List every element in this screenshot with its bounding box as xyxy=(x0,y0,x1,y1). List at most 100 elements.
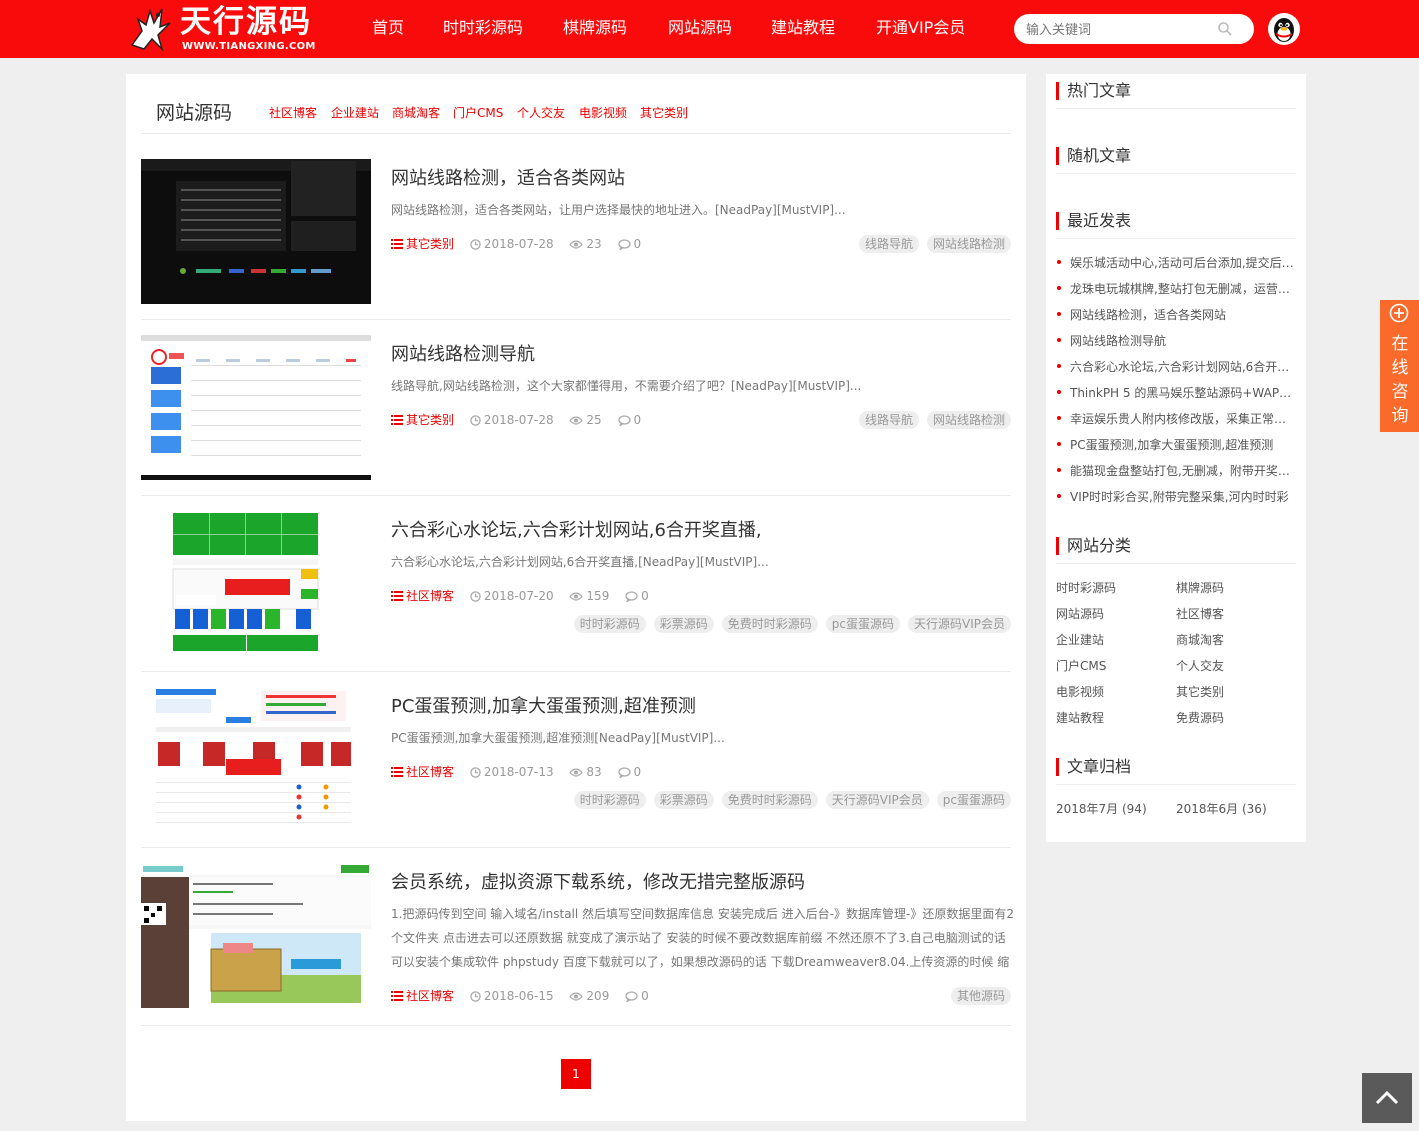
recent-post-link[interactable]: 娱乐城活动中心,活动可后台添加,提交后台审核 xyxy=(1056,254,1296,271)
article-title[interactable]: 网站线路检测，适合各类网站 xyxy=(391,164,625,190)
site-logo[interactable]: 天行源码 WWW.TIANGXING.COM xyxy=(128,3,328,55)
article-tag[interactable]: 线路导航 xyxy=(858,411,919,429)
article-tag[interactable]: 天行源码VIP会员 xyxy=(908,615,1011,633)
article-thumbnail[interactable] xyxy=(141,863,371,1008)
subcat-other[interactable]: 其它类别 xyxy=(640,104,688,121)
subcat-video[interactable]: 电影视频 xyxy=(579,104,627,121)
article-tag[interactable]: 时时彩源码 xyxy=(573,791,646,809)
article-tag[interactable]: pc蛋蛋源码 xyxy=(825,615,900,633)
chevron-up-icon xyxy=(1375,1090,1399,1105)
consult-label: 在线咨询 xyxy=(1391,334,1409,426)
article-views: 23 xyxy=(586,237,602,251)
qq-login-avatar[interactable] xyxy=(1268,13,1300,45)
recent-post-link[interactable]: 网站线路检测，适合各类网站 xyxy=(1056,306,1296,323)
subcat-enterprise[interactable]: 企业建站 xyxy=(331,104,379,121)
recent-post-link[interactable]: 六合彩心水论坛,六合彩计划网站,6合开奖直播, xyxy=(1056,358,1296,375)
article-tag[interactable]: 网站线路检测 xyxy=(926,411,1011,429)
clock-icon xyxy=(470,414,481,430)
article-category-link[interactable]: 社区博客 xyxy=(391,589,454,603)
sidebar-category-link[interactable]: 商城淘客 xyxy=(1176,631,1224,648)
nav-vip[interactable]: 开通VIP会员 xyxy=(876,18,965,38)
recent-post-link[interactable]: 幸运娱乐贵人附内核修改版，采集正常使用 xyxy=(1056,410,1296,427)
article-views: 209 xyxy=(586,989,610,1003)
article-excerpt: 六合彩心水论坛,六合彩计划网站,6合开奖直播,[NeadPay][MustVIP… xyxy=(391,555,769,569)
sidebar-category-link[interactable]: 棋牌源码 xyxy=(1176,579,1224,596)
article-tag[interactable]: pc蛋蛋源码 xyxy=(936,791,1011,809)
subcat-community[interactable]: 社区博客 xyxy=(269,104,317,121)
nav-chess-source[interactable]: 棋牌源码 xyxy=(563,18,627,38)
sidebar-category-link[interactable]: 网站源码 xyxy=(1056,605,1104,622)
sidebar-category-link[interactable]: 企业建站 xyxy=(1056,631,1104,648)
article-category-link[interactable]: 其它类别 xyxy=(391,237,454,251)
recent-post-link[interactable]: VIP时时彩合买,附带完整采集,河内时时彩 xyxy=(1056,488,1296,505)
page-title: 网站源码 xyxy=(156,102,233,124)
nav-home[interactable]: 首页 xyxy=(372,18,404,38)
back-to-top-button[interactable] xyxy=(1362,1073,1412,1123)
subcat-mall[interactable]: 商城淘客 xyxy=(392,104,440,121)
recent-post-link[interactable]: 能猫现金盘整站打包,无删减，附带开奖采集 xyxy=(1056,462,1296,479)
eye-icon xyxy=(569,990,584,1006)
recent-post-link[interactable]: PC蛋蛋预测,加拿大蛋蛋预测,超准预测 xyxy=(1056,436,1296,453)
article-category-link[interactable]: 社区博客 xyxy=(391,765,454,779)
article-meta: 其它类别 2018-07-28 23 0 xyxy=(391,236,653,254)
archive-link[interactable]: 2018年7月 (94) xyxy=(1056,800,1147,817)
sidebar-category-link[interactable]: 门户CMS xyxy=(1056,657,1106,674)
nav-ssc-source[interactable]: 时时彩源码 xyxy=(443,18,523,38)
widget-title-random: 随机文章 xyxy=(1056,147,1131,165)
article-tag[interactable]: 免费时时彩源码 xyxy=(721,615,818,633)
nav-tutorials[interactable]: 建站教程 xyxy=(771,18,835,38)
pagination-page-1[interactable]: 1 xyxy=(561,1059,591,1089)
article-title[interactable]: 六合彩心水论坛,六合彩计划网站,6合开奖直播, xyxy=(391,516,762,542)
article-tag[interactable]: 线路导航 xyxy=(858,235,919,253)
article-tag[interactable]: 彩票源码 xyxy=(653,615,714,633)
article-tag[interactable]: 免费时时彩源码 xyxy=(721,791,818,809)
article-views: 25 xyxy=(586,413,602,427)
article-comments: 0 xyxy=(633,413,642,427)
article-thumbnail[interactable] xyxy=(141,511,371,656)
sidebar-category-link[interactable]: 个人交友 xyxy=(1176,657,1224,674)
article-tag[interactable]: 其他源码 xyxy=(950,987,1011,1005)
article-thumbnail[interactable] xyxy=(141,687,371,832)
article-title[interactable]: 网站线路检测导航 xyxy=(391,340,535,366)
recent-post-link[interactable]: ThinkPH 5 的黑马娱乐整站源码+WAP手机版 xyxy=(1056,384,1296,401)
divider xyxy=(1056,784,1296,785)
recent-post-link[interactable]: 龙珠电玩城棋牌,整站打包无删减，运营版本 xyxy=(1056,280,1296,297)
article-title[interactable]: 会员系统，虚拟资源下载系统，修改无措完整版源码 xyxy=(391,868,805,894)
nav-website-source[interactable]: 网站源码 xyxy=(668,18,732,38)
article-tag[interactable]: 网站线路检测 xyxy=(926,235,1011,253)
article-category: 其它类别 xyxy=(406,413,455,427)
article-category-link[interactable]: 社区博客 xyxy=(391,989,454,1003)
sidebar-category-link[interactable]: 时时彩源码 xyxy=(1056,579,1116,596)
article-category-link[interactable]: 其它类别 xyxy=(391,413,454,427)
article-date: 2018-07-13 xyxy=(483,765,554,779)
archive-link[interactable]: 2018年6月 (36) xyxy=(1176,800,1267,817)
article-tag[interactable]: 彩票源码 xyxy=(653,791,714,809)
recent-post-link[interactable]: 网站线路检测导航 xyxy=(1056,332,1296,349)
search-input[interactable] xyxy=(1026,19,1216,39)
online-consult-button[interactable]: 在线咨询 xyxy=(1380,300,1419,432)
article-meta: 社区博客 2018-06-15 209 0 xyxy=(391,988,661,1006)
article-tag[interactable]: 天行源码VIP会员 xyxy=(825,791,929,809)
search-icon[interactable] xyxy=(1217,21,1233,37)
sidebar-category-link[interactable]: 社区博客 xyxy=(1176,605,1224,622)
article-thumbnail[interactable] xyxy=(141,335,371,480)
comment-icon xyxy=(625,990,638,1006)
list-icon xyxy=(391,238,403,254)
divider xyxy=(141,133,1011,134)
thumbnail-image xyxy=(141,335,371,480)
sidebar-category-link[interactable]: 建站教程 xyxy=(1056,709,1104,726)
subcat-dating[interactable]: 个人交友 xyxy=(517,104,565,121)
eye-icon xyxy=(569,238,584,254)
subcat-portal[interactable]: 门户CMS xyxy=(453,104,503,121)
list-icon xyxy=(391,766,403,782)
article-title[interactable]: PC蛋蛋预测,加拿大蛋蛋预测,超准预测 xyxy=(391,692,696,718)
logo-url: WWW.TIANGXING.COM xyxy=(182,41,316,52)
sidebar-category-link[interactable]: 其它类别 xyxy=(1176,683,1224,700)
sidebar-category-link[interactable]: 电影视频 xyxy=(1056,683,1104,700)
article-tag[interactable]: 时时彩源码 xyxy=(573,615,646,633)
article-excerpt: PC蛋蛋预测,加拿大蛋蛋预测,超准预测[NeadPay][MustVIP]... xyxy=(391,731,725,745)
article-thumbnail[interactable] xyxy=(141,159,371,304)
article-meta: 社区博客 2018-07-20 159 0 xyxy=(391,588,661,606)
plus-circle-icon xyxy=(1389,303,1409,323)
sidebar-category-link[interactable]: 免费源码 xyxy=(1176,709,1224,726)
